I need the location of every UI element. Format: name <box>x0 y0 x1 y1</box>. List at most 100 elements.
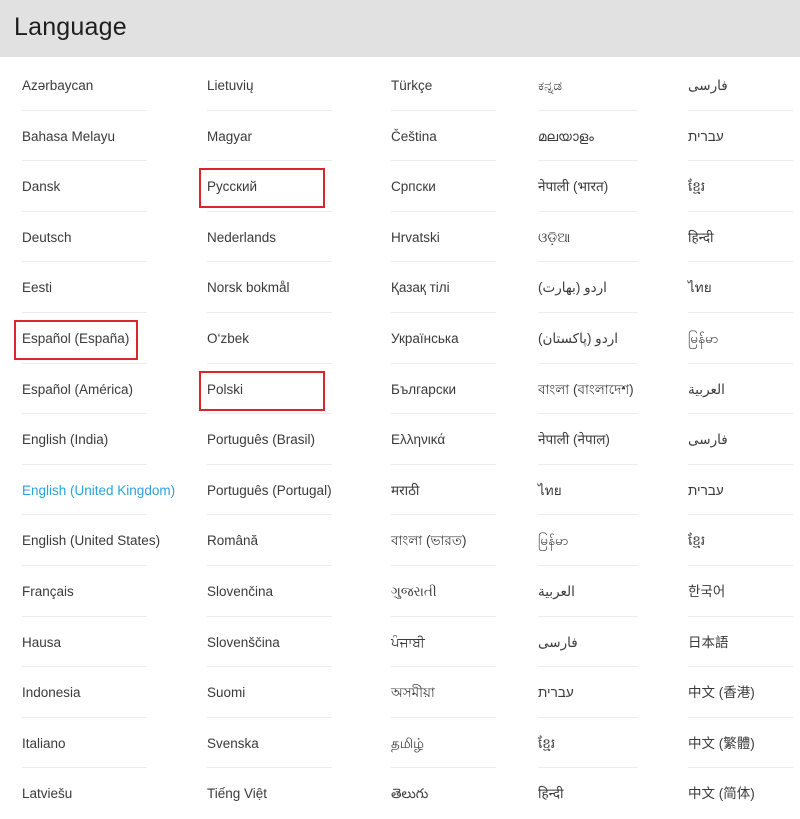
language-option[interactable]: 中文 (简体) <box>688 769 755 819</box>
language-option[interactable]: മലയാളം <box>538 112 594 162</box>
language-option[interactable]: বাংলা (বাংলাদেশ) <box>538 365 634 415</box>
row-divider <box>391 413 496 415</box>
language-option[interactable]: Italiano <box>22 719 66 769</box>
language-option[interactable]: ไทย <box>688 263 712 313</box>
language-option[interactable]: Bahasa Melayu <box>22 112 115 162</box>
language-option[interactable]: Қазақ тілі <box>391 263 450 313</box>
language-option-label: Lietuvių <box>207 78 254 93</box>
language-option[interactable]: ಕನ್ನಡ <box>538 61 562 111</box>
page-title: Language <box>14 13 127 41</box>
language-option[interactable]: 한국어 <box>688 567 725 617</box>
language-option[interactable]: 中文 (香港) <box>688 668 755 718</box>
language-option[interactable]: অসমীয়া <box>391 668 435 718</box>
language-option[interactable]: Hrvatski <box>391 213 440 263</box>
language-option[interactable]: Türkçe <box>391 61 432 111</box>
language-option[interactable]: मराठी <box>391 466 419 516</box>
language-option[interactable]: Română <box>207 516 258 566</box>
language-option[interactable]: বাংলা (ভারত) <box>391 516 467 566</box>
language-option[interactable]: Ελληνικά <box>391 415 445 465</box>
language-option[interactable]: Français <box>22 567 74 617</box>
language-option[interactable]: עברית <box>538 668 574 718</box>
language-option-label: Español (América) <box>22 381 134 397</box>
language-option[interactable]: தமிழ் <box>391 719 424 769</box>
language-option-label: اردو (پاکستان) <box>538 331 618 346</box>
language-option[interactable]: हिन्दी <box>688 213 714 263</box>
language-option[interactable]: Tiếng Việt <box>207 769 267 819</box>
language-option[interactable]: Български <box>391 365 456 415</box>
language-option[interactable]: 中文 (繁體) <box>688 719 755 769</box>
language-option[interactable]: తెలుగు <box>391 769 428 819</box>
language-column: فارسی עברית ខ្មែរ हिन्दी ไทย မြန်မာ العربية فار… <box>688 57 800 801</box>
language-option[interactable]: ไทย <box>538 466 562 516</box>
language-option[interactable]: Deutsch <box>22 213 72 263</box>
language-option[interactable]: اردو (بھارت) <box>538 263 607 313</box>
row-divider <box>207 362 332 364</box>
language-column: Türkçe Čeština Српски Hrvatski Қазақ тілі Укр… <box>391 57 506 801</box>
language-option[interactable]: فارسی <box>688 61 728 111</box>
language-option[interactable]: Slovenčina <box>207 567 273 617</box>
row-divider <box>22 767 147 769</box>
language-option[interactable]: ខ្មែរ <box>688 162 705 212</box>
language-option[interactable]: العربية <box>688 365 725 415</box>
language-option[interactable]: မြန်မာ <box>538 516 568 566</box>
language-option[interactable]: Português (Portugal) <box>207 466 332 516</box>
language-option[interactable]: Indonesia <box>22 668 81 718</box>
language-option[interactable]: Español (España) <box>22 314 129 364</box>
language-option[interactable]: Magyar <box>207 112 252 162</box>
language-option-label: Slovenčina <box>207 584 274 599</box>
language-option[interactable]: Latviešu <box>22 769 72 819</box>
language-option[interactable]: ខ្មែរ <box>538 719 555 769</box>
language-option[interactable]: नेपाली (नेपाल) <box>538 415 610 465</box>
language-option[interactable]: Svenska <box>207 719 259 769</box>
language-option[interactable]: Slovenščina <box>207 618 280 668</box>
row-divider <box>391 312 496 313</box>
row-divider <box>22 109 147 111</box>
row-divider <box>22 160 147 162</box>
language-option[interactable]: O‘zbek <box>207 314 249 364</box>
language-option[interactable]: English (United Kingdom) <box>22 466 175 516</box>
language-option[interactable]: Español (América) <box>22 365 133 415</box>
language-option[interactable]: Azərbaycan <box>22 61 93 111</box>
language-option-label: తెలుగు <box>391 786 429 802</box>
language-option-label: Svenska <box>207 735 259 751</box>
language-option[interactable]: Norsk bokmål <box>207 263 290 313</box>
language-option[interactable]: Čeština <box>391 112 437 162</box>
language-option[interactable]: فارسی <box>688 415 728 465</box>
language-option[interactable]: Српски <box>391 162 436 212</box>
language-option[interactable]: Dansk <box>22 162 60 212</box>
language-option[interactable]: Português (Brasil) <box>207 415 315 465</box>
language-option[interactable]: Русский <box>207 162 257 212</box>
language-option-label: Nederlands <box>207 229 277 245</box>
language-option[interactable]: עברית <box>688 112 724 162</box>
language-option[interactable]: Nederlands <box>207 213 276 263</box>
language-option[interactable]: Lietuvių <box>207 61 254 111</box>
language-option[interactable]: नेपाली (भारत) <box>538 162 608 212</box>
language-option[interactable]: ខ្មែរ <box>688 516 705 566</box>
language-option[interactable]: ગુજરાતી <box>391 567 437 617</box>
language-option[interactable]: ਪੰਜਾਬੀ <box>391 618 425 668</box>
language-option[interactable]: မြန်မာ <box>688 314 718 364</box>
language-option[interactable]: Українська <box>391 314 459 364</box>
language-option-label: עברית <box>538 685 574 701</box>
language-option[interactable]: Eesti <box>22 263 52 313</box>
language-option[interactable]: اردو (پاکستان) <box>538 314 618 364</box>
language-option-label: Hausa <box>22 634 62 650</box>
language-option-label: Čeština <box>391 128 437 144</box>
language-option[interactable]: 日本語 <box>688 618 729 668</box>
language-option-label: ไทย <box>538 482 562 498</box>
language-option-label: বাংলা (ভারত) <box>391 533 467 549</box>
language-option[interactable]: ଓଡ଼ିଆ <box>538 213 570 263</box>
language-option-label: Ελληνικά <box>391 432 446 448</box>
language-option[interactable]: Suomi <box>207 668 245 718</box>
language-option[interactable]: العربية <box>538 567 575 617</box>
language-option[interactable]: हिन्दी <box>538 769 564 819</box>
language-option-label: English (United States) <box>22 533 161 549</box>
row-divider <box>391 109 496 111</box>
language-option[interactable]: Hausa <box>22 618 61 668</box>
language-option[interactable]: עברית <box>688 466 724 516</box>
language-option[interactable]: English (India) <box>22 415 108 465</box>
language-option[interactable]: فارسی <box>538 618 578 668</box>
language-option[interactable]: Polski <box>207 365 243 415</box>
language-option[interactable]: English (United States) <box>22 516 160 566</box>
language-option-label: Eesti <box>22 280 53 296</box>
